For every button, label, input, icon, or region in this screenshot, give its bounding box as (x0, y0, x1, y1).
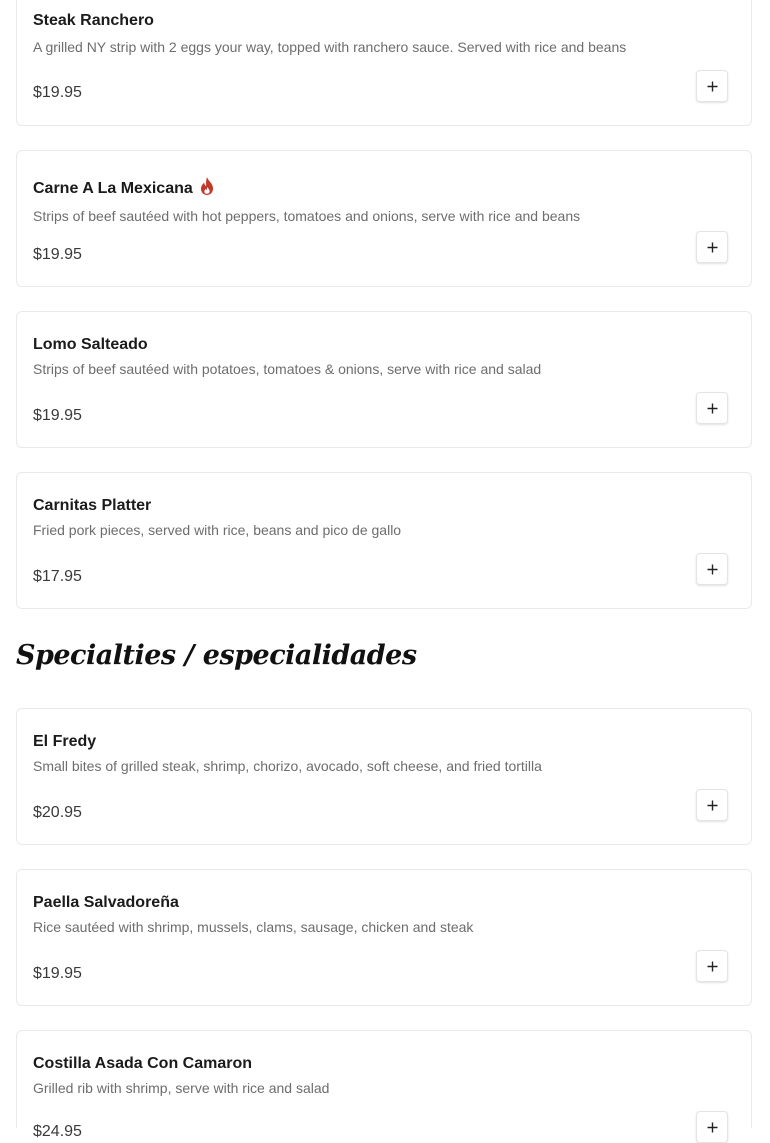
add-to-cart-button[interactable] (696, 950, 728, 982)
add-to-cart-button[interactable] (696, 1111, 728, 1143)
menu-item-description: Strips of beef sautéed with potatoes, to… (33, 361, 542, 377)
menu-item-card[interactable]: Paella Salvadoreña Rice sautéed with shr… (16, 869, 752, 1006)
section-heading: Specialties / especialidades (16, 640, 417, 671)
menu-item-name: Paella Salvadoreña (33, 894, 179, 911)
menu-item-name: El Fredy (33, 733, 97, 750)
plus-icon (707, 1122, 717, 1132)
plus-icon (707, 564, 717, 574)
menu-item-card[interactable]: Lomo Salteado Strips of beef sautéed wit… (16, 311, 752, 448)
menu-item-name: Carne A La Mexicana (33, 176, 215, 201)
menu-item-price: $19.95 (33, 246, 82, 263)
menu-item-price: $20.95 (33, 804, 82, 821)
menu-item-description: Fried pork pieces, served with rice, bea… (33, 522, 402, 538)
menu-item-card[interactable]: Carnitas Platter Fried pork pieces, serv… (16, 472, 752, 609)
menu-item-name: Lomo Salteado (33, 336, 148, 353)
menu-item-name: Carnitas Platter (33, 497, 152, 514)
menu-item-description: Rice sautéed with shrimp, mussels, clams… (33, 919, 474, 935)
add-to-cart-button[interactable] (696, 553, 728, 585)
menu-item-name: Steak Ranchero (33, 12, 154, 29)
plus-icon (707, 800, 717, 810)
menu-item-description: Small bites of grilled steak, shrimp, ch… (33, 758, 542, 774)
menu-item-price: $19.95 (33, 84, 82, 101)
add-to-cart-button[interactable] (696, 231, 728, 263)
menu-item-card[interactable]: El Fredy Small bites of grilled steak, s… (16, 708, 752, 845)
menu-item-description: Grilled rib with shrimp, serve with rice… (33, 1080, 330, 1096)
menu-item-card[interactable]: Carne A La Mexicana Strips of beef sauté… (16, 150, 752, 287)
menu-item-price: $19.95 (33, 965, 82, 982)
add-to-cart-button[interactable] (696, 70, 728, 102)
plus-icon (707, 961, 717, 971)
menu-item-price: $19.95 (33, 407, 82, 424)
menu-item-price: $24.95 (33, 1123, 82, 1140)
add-to-cart-button[interactable] (696, 392, 728, 424)
plus-icon (707, 81, 717, 91)
plus-icon (707, 242, 717, 252)
menu-item-name: Costilla Asada Con Camaron (33, 1055, 253, 1072)
add-to-cart-button[interactable] (696, 789, 728, 821)
menu-item-description: Strips of beef sautéed with hot peppers,… (33, 208, 581, 224)
plus-icon (707, 403, 717, 413)
menu-item-card[interactable]: Steak Ranchero A grilled NY strip with 2… (16, 0, 752, 126)
flame-icon (199, 176, 215, 201)
menu-item-card[interactable]: Costilla Asada Con Camaron Grilled rib w… (16, 1030, 752, 1143)
menu-item-description: A grilled NY strip with 2 eggs your way,… (33, 39, 627, 55)
menu-item-price: $17.95 (33, 568, 82, 585)
